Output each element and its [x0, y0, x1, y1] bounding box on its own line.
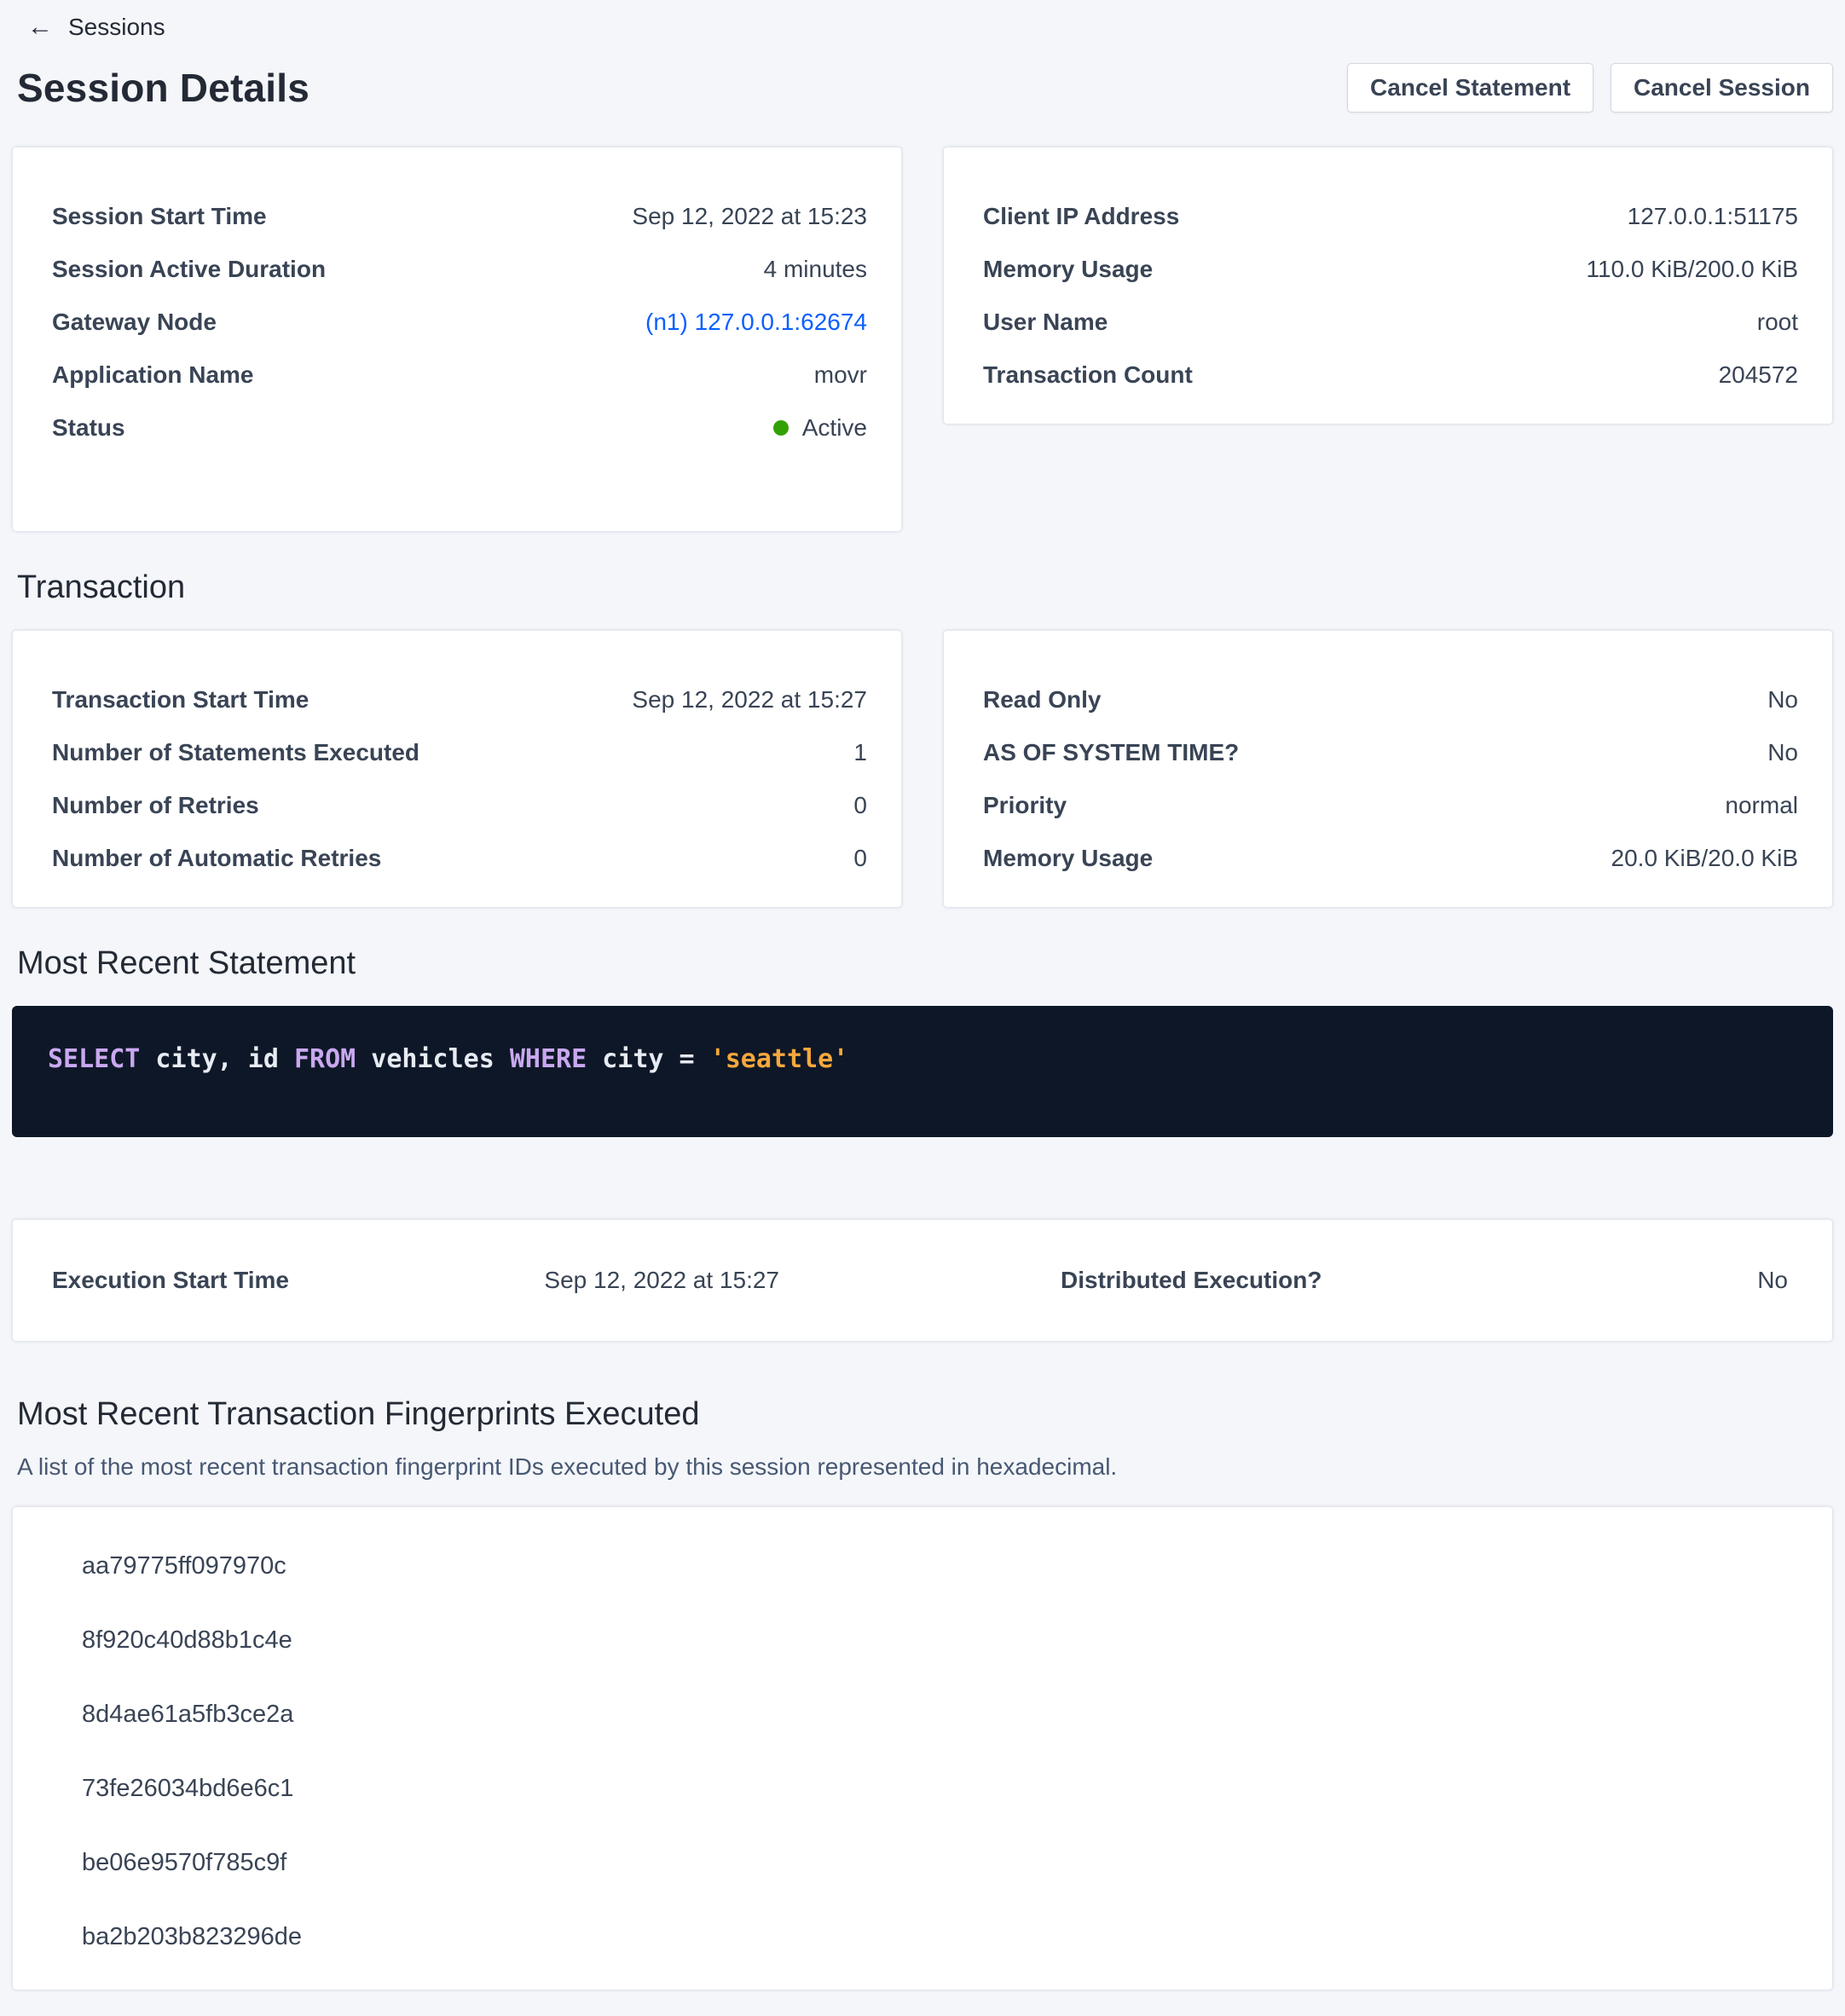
gateway-node-link[interactable]: (n1) 127.0.0.1:62674: [645, 309, 867, 336]
cancel-session-button[interactable]: Cancel Session: [1611, 63, 1833, 113]
summary-value: normal: [1725, 792, 1798, 819]
transaction-info-card: Transaction Start Time Sep 12, 2022 at 15…: [12, 630, 902, 908]
summary-label: Transaction Start Time: [52, 686, 309, 713]
summary-label: User Name: [983, 309, 1108, 336]
sql-statement-box: SELECT city, id FROM vehicles WHERE city…: [12, 1006, 1833, 1137]
transaction-section: Transaction Start Time Sep 12, 2022 at 15…: [12, 630, 1833, 908]
statement-section-heading: Most Recent Statement: [17, 945, 1833, 982]
sql-token-string: 'seattle': [710, 1044, 849, 1074]
summary-label: Number of Automatic Retries: [52, 845, 381, 872]
summary-label: Client IP Address: [983, 203, 1179, 230]
summary-label: Priority: [983, 792, 1067, 819]
summary-row: Priority normal: [983, 779, 1798, 832]
breadcrumb[interactable]: ← Sessions: [12, 14, 165, 41]
fingerprint-item: aa79775ff097970c: [52, 1529, 1798, 1603]
title-row: Session Details Cancel Statement Cancel …: [12, 63, 1833, 113]
summary-label: Distributed Execution?: [1061, 1267, 1322, 1294]
summary-label: Memory Usage: [983, 845, 1153, 872]
fingerprint-item: 8f920c40d88b1c4e: [52, 1603, 1798, 1678]
fingerprints-description: A list of the most recent transaction fi…: [17, 1453, 1833, 1481]
summary-row: AS OF SYSTEM TIME? No: [983, 726, 1798, 779]
sql-token-keyword: WHERE: [510, 1044, 587, 1074]
summary-row: Memory Usage 110.0 KiB/200.0 KiB: [983, 243, 1798, 296]
summary-value: movr: [814, 361, 867, 389]
summary-value: No: [1757, 1267, 1788, 1294]
summary-row: Gateway Node (n1) 127.0.0.1:62674: [52, 296, 867, 349]
summary-label: Session Start Time: [52, 203, 267, 230]
summary-value: root: [1757, 309, 1798, 336]
fingerprints-section-heading: Most Recent Transaction Fingerprints Exe…: [17, 1396, 1833, 1433]
summary-label: Status: [52, 414, 125, 442]
summary-label: Execution Start Time: [52, 1267, 289, 1294]
session-info-card: Session Start TimeSep 12, 2022 at 15:23S…: [12, 147, 902, 532]
summary-row: Application Name movr: [52, 349, 867, 401]
client-info-card: Client IP Address 127.0.0.1:51175 Memory U…: [943, 147, 1833, 425]
summary-row: Session Start Time Sep 12, 2022 at 15:23: [52, 190, 867, 243]
summary-row: Client IP Address 127.0.0.1:51175: [983, 190, 1798, 243]
header-actions: Cancel Statement Cancel Session: [1347, 63, 1833, 113]
summary-value: 4 minutes: [764, 256, 867, 283]
summary-row: Transaction Count 204572: [983, 349, 1798, 401]
summary-row: Status Active: [52, 401, 867, 454]
session-summary-section: Session Start TimeSep 12, 2022 at 15:23S…: [12, 147, 1833, 532]
summary-value: No: [1767, 739, 1798, 766]
summary-value: 127.0.0.1:51175: [1628, 203, 1798, 230]
back-arrow-icon[interactable]: ←: [27, 14, 53, 40]
summary-row: Number of Retries 0: [52, 779, 867, 832]
summary-value: Sep 12, 2022 at 15:23: [632, 203, 867, 230]
summary-row: User Name root: [983, 296, 1798, 349]
summary-label: Memory Usage: [983, 256, 1153, 283]
transaction-section-heading: Transaction: [17, 569, 1833, 606]
summary-row: Distributed Execution? No: [1061, 1254, 1788, 1307]
sql-token-plain: vehicles: [356, 1044, 510, 1074]
summary-value: Sep 12, 2022 at 15:27: [544, 1267, 779, 1294]
sql-token-keyword: FROM: [294, 1044, 356, 1074]
summary-label: Transaction Count: [983, 361, 1193, 389]
transaction-props-card: Read Only No AS OF SYSTEM TIME? No Priority n…: [943, 630, 1833, 908]
cancel-statement-button[interactable]: Cancel Statement: [1347, 63, 1593, 113]
fingerprint-item: 73fe26034bd6e6c1: [52, 1752, 1798, 1826]
summary-value: 20.0 KiB/20.0 KiB: [1611, 845, 1798, 872]
summary-label: AS OF SYSTEM TIME?: [983, 739, 1239, 766]
fingerprints-card: aa79775ff097970c8f920c40d88b1c4e8d4ae61a…: [12, 1506, 1833, 1990]
fingerprint-item: 8d4ae61a5fb3ce2a: [52, 1678, 1798, 1752]
summary-row: Number of Automatic Retries 0: [52, 832, 867, 885]
sql-token-plain: city =: [587, 1044, 710, 1074]
summary-value: 110.0 KiB/200.0 KiB: [1586, 256, 1798, 283]
summary-row: Number of Statements Executed 1: [52, 726, 867, 779]
summary-label: Session Active Duration: [52, 256, 326, 283]
fingerprint-item: be06e9570f785c9f: [52, 1826, 1798, 1900]
summary-value: Sep 12, 2022 at 15:27: [632, 686, 867, 713]
summary-row: Read Only No: [983, 673, 1798, 726]
summary-value: 0: [853, 792, 867, 819]
summary-row: Memory Usage 20.0 KiB/20.0 KiB: [983, 832, 1798, 885]
summary-label: Application Name: [52, 361, 253, 389]
sql-token-plain: city, id: [140, 1044, 294, 1074]
summary-label: Gateway Node: [52, 309, 217, 336]
summary-label: Number of Statements Executed: [52, 739, 419, 766]
status-text: Active: [802, 414, 867, 442]
summary-row: Transaction Start Time Sep 12, 2022 at 15…: [52, 673, 867, 726]
summary-value: No: [1767, 686, 1798, 713]
breadcrumb-label[interactable]: Sessions: [68, 14, 165, 41]
summary-row: Session Active Duration 4 minutes: [52, 243, 867, 296]
summary-row: Execution Start Time Sep 12, 2022 at 15:…: [52, 1254, 779, 1307]
status-badge: Active: [773, 414, 867, 442]
active-status-dot-icon: [773, 420, 789, 436]
summary-value: 204572: [1719, 361, 1798, 389]
summary-value: 0: [853, 845, 867, 872]
summary-label: Read Only: [983, 686, 1101, 713]
execution-card: Execution Start Time Sep 12, 2022 at 15:…: [12, 1219, 1833, 1342]
summary-label: Number of Retries: [52, 792, 259, 819]
session-details-page: ← Sessions Session Details Cancel Statem…: [0, 0, 1845, 2016]
summary-value: 1: [853, 739, 867, 766]
fingerprint-item: ba2b203b823296de: [52, 1900, 1798, 1974]
page-title: Session Details: [17, 65, 309, 111]
sql-token-keyword: SELECT: [48, 1044, 140, 1074]
